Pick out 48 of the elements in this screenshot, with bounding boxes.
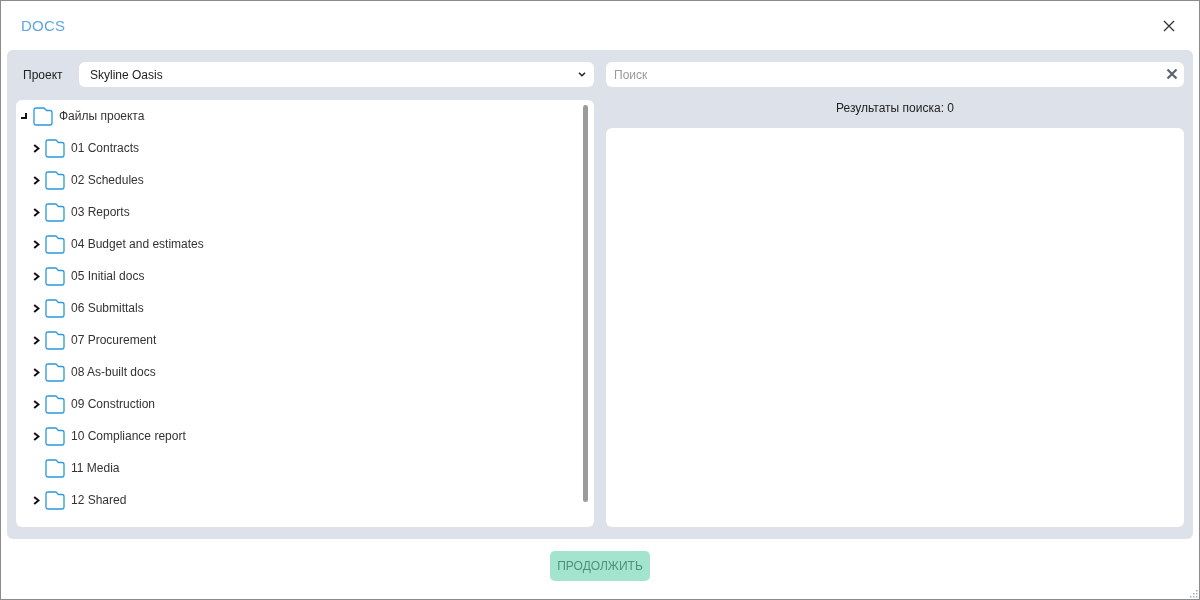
folder-icon — [45, 362, 65, 382]
chevron-right-icon[interactable] — [33, 303, 40, 313]
tree-item[interactable]: 06 Submittals — [33, 297, 144, 319]
tree-item[interactable]: Файлы проекта — [21, 105, 145, 127]
chevron-right-icon[interactable] — [33, 143, 40, 153]
dialog-title: DOCS — [21, 17, 66, 34]
chevron-down-icon — [578, 72, 586, 77]
chevron-right-icon[interactable] — [33, 239, 40, 249]
folder-icon — [33, 106, 53, 126]
chevron-right-icon[interactable] — [33, 175, 40, 185]
tree-item[interactable]: 11 Media — [33, 457, 120, 479]
folder-icon — [45, 202, 65, 222]
tree-item[interactable]: 09 Construction — [33, 393, 156, 415]
tree-item[interactable]: 05 Initial docs — [33, 265, 145, 287]
chevron-right-icon[interactable] — [33, 207, 40, 217]
tree-item[interactable]: 01 Contracts — [33, 137, 140, 159]
folder-icon — [45, 266, 65, 286]
chevron-right-icon[interactable] — [33, 335, 40, 345]
folder-icon — [45, 426, 65, 446]
close-icon[interactable] — [1163, 19, 1175, 32]
folder-icon — [45, 298, 65, 318]
tree-item[interactable]: 04 Budget and estimates — [33, 233, 204, 255]
tree-item[interactable]: 07 Procurement — [33, 329, 157, 351]
chevron-right-icon[interactable] — [33, 495, 40, 505]
chevron-right-icon[interactable] — [33, 431, 40, 441]
folder-icon — [45, 394, 65, 414]
scrollbar-thumb[interactable] — [583, 105, 588, 502]
folder-icon — [45, 138, 65, 158]
project-label: Проект — [23, 67, 64, 82]
search-results-count: Результаты поиска: 0 — [835, 99, 955, 117]
chevron-right-icon[interactable] — [33, 399, 40, 409]
folder-icon — [45, 458, 65, 478]
tree-item[interactable]: 02 Schedules — [33, 169, 144, 191]
search-field[interactable]: Поиск — [606, 62, 1184, 87]
tree-item[interactable]: 03 Reports — [33, 201, 130, 223]
folder-icon — [45, 490, 65, 510]
tree-item[interactable]: 10 Compliance report — [33, 425, 186, 447]
clear-icon[interactable] — [1166, 68, 1178, 80]
folder-icon — [45, 330, 65, 350]
tree-item[interactable]: 08 As-built docs — [33, 361, 156, 383]
tree-item[interactable]: 12 Shared — [33, 489, 127, 511]
project-select[interactable]: Skyline Oasis — [79, 62, 594, 87]
folder-icon — [45, 234, 65, 254]
collapse-icon[interactable] — [21, 113, 27, 119]
chevron-right-icon[interactable] — [33, 367, 40, 377]
folder-icon — [45, 170, 65, 190]
resize-grip-icon[interactable] — [1188, 588, 1198, 598]
chevron-right-icon[interactable] — [33, 271, 40, 281]
